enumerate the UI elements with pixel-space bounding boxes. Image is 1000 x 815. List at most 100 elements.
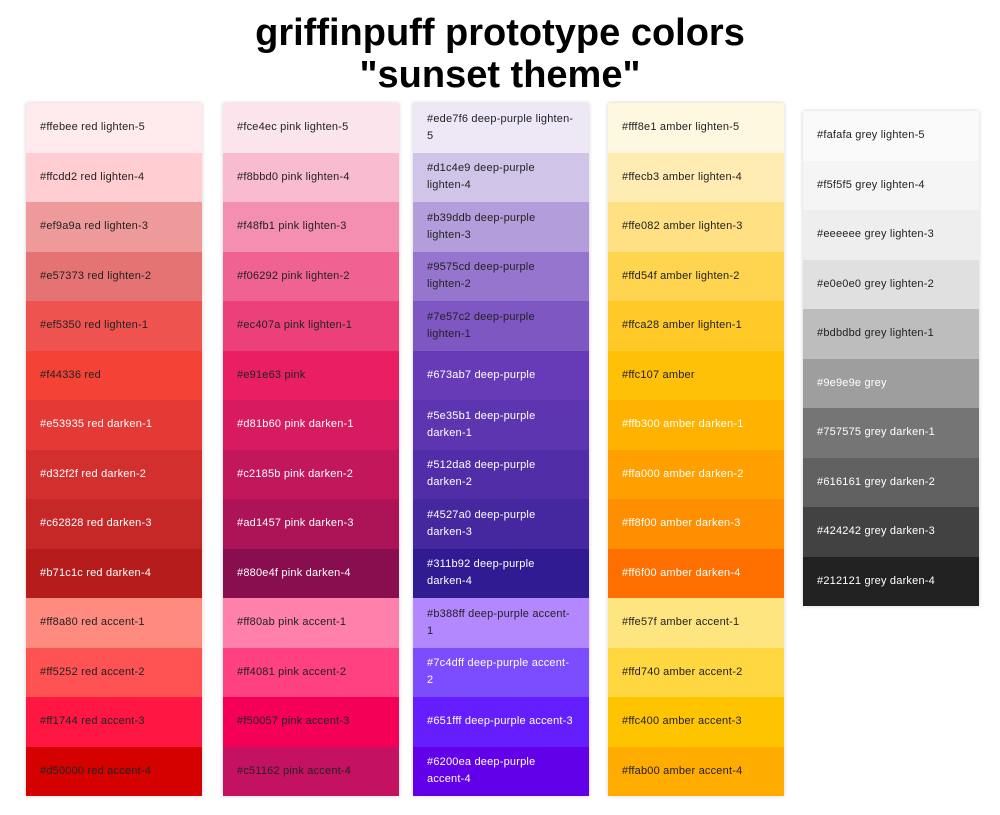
page-title-line-2: "sunset theme" [359, 54, 641, 96]
swatch-amber-10: #ffe57f amber accent-1 [608, 598, 784, 648]
swatch-label: #616161 grey darken-2 [817, 475, 935, 488]
swatch-label: #f50057 pink accent-3 [237, 715, 350, 728]
swatch-label: #424242 grey darken-3 [817, 525, 935, 538]
swatch-grey-1: #f5f5f5 grey lighten-4 [803, 160, 979, 210]
swatch-label: #e0e0e0 grey lighten-2 [817, 277, 934, 290]
swatch-label: #ffab00 amber accent-4 [622, 764, 743, 777]
swatch-pink-3: #f06292 pink lighten-2 [223, 251, 399, 301]
swatch-label: #e57373 red lighten-2 [40, 269, 152, 282]
swatch-label: #e53935 red darken-1 [40, 418, 153, 431]
swatch-grey-6: #757575 grey darken-1 [803, 408, 979, 458]
swatch-deep-purple-5: #673ab7 deep-purple [413, 350, 589, 400]
swatch-deep-purple-8: #4527a0 deep-purple darken-3 [413, 499, 589, 549]
swatch-grey-5: #9e9e9e grey [803, 358, 979, 408]
swatch-label: #ad1457 pink darken-3 [237, 517, 354, 530]
swatch-label: #ff6f00 amber darken-4 [622, 566, 741, 579]
swatch-pink-1: #f8bbd0 pink lighten-4 [223, 152, 399, 202]
swatch-amber-11: #ffd740 amber accent-2 [608, 647, 784, 697]
swatch-label: #d50000 red accent-4 [40, 764, 152, 777]
swatch-red-5: #f44336 red [26, 350, 202, 400]
swatch-pink-5: #e91e63 pink [223, 350, 399, 400]
swatch-amber-4: #ffca28 amber lighten-1 [608, 301, 784, 351]
swatch-pink-13: #c51162 pink accent-4 [223, 746, 399, 796]
swatch-label: #ffd740 amber accent-2 [622, 665, 743, 678]
swatch-grey-2: #eeeeee grey lighten-3 [803, 210, 979, 260]
swatch-label: #757575 grey darken-1 [817, 426, 935, 439]
swatch-amber-1: #ffecb3 amber lighten-4 [608, 152, 784, 202]
swatch-deep-purple-4: #7e57c2 deep-purple lighten-1 [413, 301, 589, 351]
swatch-red-8: #c62828 red darken-3 [26, 499, 202, 549]
palette-deep-purple: #ede7f6 deep-purple lighten-5 #d1c4e9 dee… [413, 103, 589, 796]
swatch-red-12: #ff1744 red accent-3 [26, 697, 202, 747]
swatch-pink-0: #fce4ec pink lighten-5 [223, 103, 399, 153]
swatch-label: #ff1744 red accent-3 [40, 715, 145, 728]
swatch-red-6: #e53935 red darken-1 [26, 400, 202, 450]
swatch-label: #7e57c2 deep-purple lighten-1 [427, 310, 535, 340]
swatch-label: #880e4f pink darken-4 [237, 566, 351, 579]
swatch-amber-5: #ffc107 amber [608, 350, 784, 400]
swatch-label: #b39ddb deep-purple lighten-3 [427, 211, 536, 241]
swatch-label: #fafafa grey lighten-5 [817, 129, 925, 142]
swatch-label: #f44336 red [40, 368, 101, 381]
palette-red: #ffebee red lighten-5 #ffcdd2 red lighten… [26, 103, 202, 796]
swatch-label: #651fff deep-purple accent-3 [427, 715, 573, 728]
swatch-label: #ffe57f amber accent-1 [622, 616, 740, 629]
swatch-grey-3: #e0e0e0 grey lighten-2 [803, 259, 979, 309]
swatch-label: #ffc400 amber accent-3 [622, 715, 742, 728]
swatch-label: #eeeeee grey lighten-3 [817, 228, 934, 241]
swatch-label: #ff80ab pink accent-1 [237, 616, 347, 629]
swatch-amber-3: #ffd54f amber lighten-2 [608, 251, 784, 301]
swatch-label: #9575cd deep-purple lighten-2 [427, 261, 535, 291]
swatch-deep-purple-13: #6200ea deep-purple accent-4 [413, 746, 589, 796]
swatch-grey-4: #bdbdbd grey lighten-1 [803, 309, 979, 359]
swatch-label: #6200ea deep-purple accent-4 [427, 756, 536, 786]
swatch-red-7: #d32f2f red darken-2 [26, 449, 202, 499]
swatch-pink-8: #ad1457 pink darken-3 [223, 499, 399, 549]
swatch-label: #b71c1c red darken-4 [40, 566, 152, 579]
swatch-label: #ff5252 red accent-2 [40, 665, 145, 678]
swatch-label: #ffd54f amber lighten-2 [622, 269, 740, 282]
swatch-label: #673ab7 deep-purple [427, 368, 536, 381]
swatch-red-4: #ef5350 red lighten-1 [26, 301, 202, 351]
swatch-amber-6: #ffb300 amber darken-1 [608, 400, 784, 450]
swatch-deep-purple-9: #311b92 deep-purple darken-4 [413, 548, 589, 598]
swatch-label: #5e35b1 deep-purple darken-1 [427, 409, 536, 439]
swatch-grey-9: #212121 grey darken-4 [803, 556, 979, 606]
swatch-label: #f5f5f5 grey lighten-4 [817, 178, 925, 191]
swatch-grey-7: #616161 grey darken-2 [803, 457, 979, 507]
swatch-label: #f8bbd0 pink lighten-4 [237, 170, 350, 183]
swatch-deep-purple-3: #9575cd deep-purple lighten-2 [413, 251, 589, 301]
swatch-deep-purple-1: #d1c4e9 deep-purple lighten-4 [413, 152, 589, 202]
swatch-pink-12: #f50057 pink accent-3 [223, 697, 399, 747]
swatch-deep-purple-11: #7c4dff deep-purple accent-2 [413, 647, 589, 697]
swatch-red-11: #ff5252 red accent-2 [26, 647, 202, 697]
swatch-pink-10: #ff80ab pink accent-1 [223, 598, 399, 648]
swatch-label: #d81b60 pink darken-1 [237, 418, 354, 431]
swatch-red-9: #b71c1c red darken-4 [26, 548, 202, 598]
swatch-grey-8: #424242 grey darken-3 [803, 507, 979, 557]
swatch-label: #ede7f6 deep-purple lighten-5 [427, 112, 574, 142]
swatch-label: #ffb300 amber darken-1 [622, 418, 744, 431]
swatch-label: #ffca28 amber lighten-1 [622, 319, 742, 332]
swatch-label: #c2185b pink darken-2 [237, 467, 354, 480]
swatch-red-2: #ef9a9a red lighten-3 [26, 202, 202, 252]
swatch-pink-7: #c2185b pink darken-2 [223, 449, 399, 499]
swatch-amber-0: #fff8e1 amber lighten-5 [608, 103, 784, 153]
swatch-label: #212121 grey darken-4 [817, 574, 935, 587]
swatch-deep-purple-2: #b39ddb deep-purple lighten-3 [413, 202, 589, 252]
swatch-red-1: #ffcdd2 red lighten-4 [26, 152, 202, 202]
swatch-label: #ffcdd2 red lighten-4 [40, 170, 145, 183]
swatch-label: #ff4081 pink accent-2 [237, 665, 347, 678]
swatch-amber-13: #ffab00 amber accent-4 [608, 746, 784, 796]
swatch-label: #b388ff deep-purple accent-1 [427, 607, 570, 637]
swatch-amber-8: #ff8f00 amber darken-3 [608, 499, 784, 549]
swatch-red-3: #e57373 red lighten-2 [26, 251, 202, 301]
swatch-label: #ff8f00 amber darken-3 [622, 517, 741, 530]
swatch-label: #7c4dff deep-purple accent-2 [427, 657, 570, 687]
swatch-label: #ff8a80 red accent-1 [40, 616, 145, 629]
swatch-label: #ffc107 amber [622, 368, 695, 381]
swatch-label: #f06292 pink lighten-2 [237, 269, 350, 282]
swatch-deep-purple-7: #512da8 deep-purple darken-2 [413, 449, 589, 499]
swatch-label: #ef5350 red lighten-1 [40, 319, 149, 332]
swatch-label: #ffe082 amber lighten-3 [622, 220, 743, 233]
